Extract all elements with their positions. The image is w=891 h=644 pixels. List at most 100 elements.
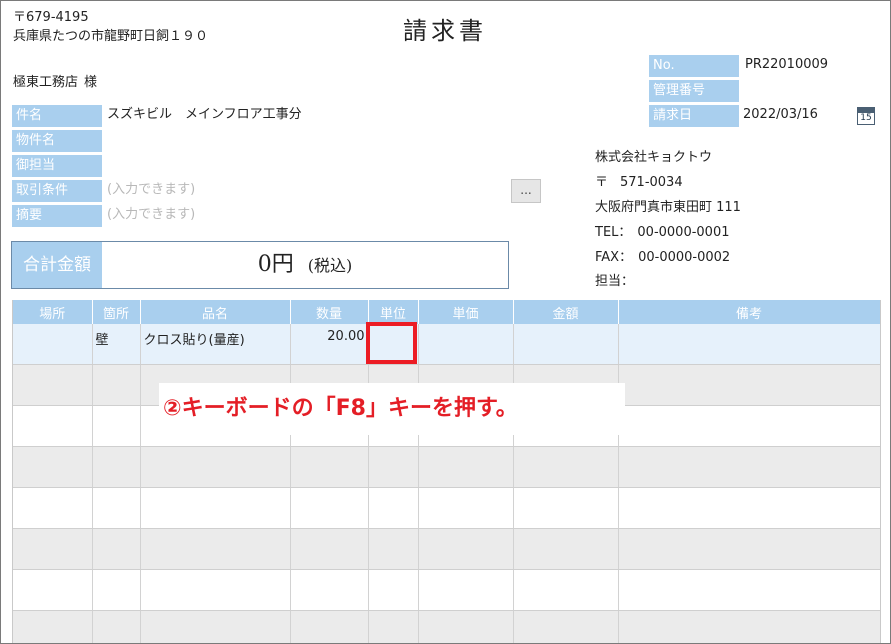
- cell-amount[interactable]: [513, 569, 619, 611]
- table-header-row: 場所 箇所 品名 数量 単位 単価 金額 備考: [13, 300, 880, 324]
- cell-remarks[interactable]: [618, 364, 880, 406]
- cell-location[interactable]: [13, 324, 93, 365]
- customer-name-text: 極東工務店: [13, 75, 79, 90]
- column-header-spot: 箇所: [92, 300, 141, 324]
- cell-spot[interactable]: [92, 405, 141, 447]
- column-header-unit: 単位: [368, 300, 419, 324]
- cell-location[interactable]: [13, 610, 93, 643]
- cell-spot[interactable]: [92, 528, 141, 570]
- invoice-window: 〒679-4195 兵庫県たつの市龍野町日飼１９０ 請求書 極東工務店様 No.…: [0, 0, 891, 644]
- cell-spot[interactable]: [92, 446, 141, 488]
- cell-unit-price[interactable]: [418, 324, 514, 365]
- cell-spot[interactable]: [92, 610, 141, 643]
- total-amount-value: 0円 (税込): [102, 242, 508, 288]
- table-row[interactable]: [13, 487, 880, 529]
- cell-unit-price[interactable]: [418, 528, 514, 570]
- cell-quantity[interactable]: [290, 528, 369, 570]
- tax-included-note: (税込): [307, 256, 353, 275]
- cell-quantity[interactable]: [290, 569, 369, 611]
- cell-remarks[interactable]: [618, 528, 880, 570]
- cell-spot[interactable]: [92, 364, 141, 406]
- column-header-item-name: 品名: [140, 300, 291, 324]
- cell-text: 20.00: [327, 329, 365, 344]
- cell-text: クロス貼り(量産): [143, 333, 245, 348]
- cell-unit-price[interactable]: [418, 610, 514, 643]
- cell-amount[interactable]: [513, 487, 619, 529]
- table-row[interactable]: 壁 クロス貼り(量産) 20.00: [13, 324, 880, 365]
- cell-item-name[interactable]: クロス貼り(量産): [140, 324, 291, 365]
- cell-amount[interactable]: [513, 610, 619, 643]
- cell-remarks[interactable]: [618, 610, 880, 643]
- total-amount-box: 合計金額 0円 (税込): [11, 241, 509, 289]
- no-label: No.: [649, 55, 739, 77]
- cell-remarks[interactable]: [618, 487, 880, 529]
- cell-location[interactable]: [13, 528, 93, 570]
- cell-item-name[interactable]: [140, 569, 291, 611]
- cell-unit[interactable]: [368, 487, 419, 529]
- cell-remarks[interactable]: [618, 569, 880, 611]
- cell-item-name[interactable]: [140, 446, 291, 488]
- page-title: 請求書: [403, 17, 487, 45]
- cell-amount[interactable]: [513, 446, 619, 488]
- ellipsis-button[interactable]: ...: [511, 179, 541, 203]
- table-row[interactable]: [13, 610, 880, 643]
- cell-text: [622, 324, 877, 329]
- cell-location[interactable]: [13, 487, 93, 529]
- cell-item-name[interactable]: [140, 528, 291, 570]
- property-name-field[interactable]: [107, 129, 487, 151]
- cell-unit-price[interactable]: [418, 487, 514, 529]
- line-items-table: 場所 箇所 品名 数量 単位 単価 金額 備考 壁 クロス貼り(量産) 20.0…: [13, 300, 880, 643]
- company-person: 担当：: [595, 274, 635, 289]
- table-row[interactable]: [13, 446, 880, 488]
- summary-field[interactable]: (入力できます): [107, 204, 195, 226]
- cell-unit-price[interactable]: [418, 569, 514, 611]
- invoice-date-label: 請求日: [649, 105, 739, 127]
- cell-location[interactable]: [13, 569, 93, 611]
- table-row[interactable]: [13, 569, 880, 611]
- cell-unit[interactable]: [368, 610, 419, 643]
- unit-cell-highlight: [366, 322, 417, 364]
- tel-label: TEL：: [595, 225, 632, 240]
- cell-remarks[interactable]: [618, 405, 880, 447]
- trade-terms-field[interactable]: (入力できます): [107, 179, 195, 201]
- invoice-date-field[interactable]: 2022/03/16: [743, 104, 818, 126]
- cell-spot[interactable]: [92, 487, 141, 529]
- cell-spot[interactable]: 壁: [92, 324, 141, 365]
- fax-value: 00-0000-0002: [638, 250, 731, 265]
- postal-code: 571-0034: [620, 175, 683, 190]
- cell-quantity[interactable]: 20.00: [290, 324, 369, 365]
- cell-unit[interactable]: [368, 569, 419, 611]
- cell-remarks[interactable]: [618, 446, 880, 488]
- cell-quantity[interactable]: [290, 610, 369, 643]
- cell-item-name[interactable]: [140, 610, 291, 643]
- fax-label: FAX：: [595, 250, 633, 265]
- no-value[interactable]: PR22010009: [745, 54, 828, 76]
- cell-location[interactable]: [13, 405, 93, 447]
- contact-person-field[interactable]: [107, 154, 487, 176]
- column-header-quantity: 数量: [290, 300, 369, 324]
- cell-amount[interactable]: [513, 324, 619, 365]
- cell-quantity[interactable]: [290, 487, 369, 529]
- cell-item-name[interactable]: [140, 487, 291, 529]
- sender-postal: 〒679-4195: [13, 10, 89, 25]
- property-name-label: 物件名: [12, 130, 102, 152]
- table-row[interactable]: [13, 528, 880, 570]
- cell-remarks[interactable]: [618, 324, 880, 365]
- column-header-unit-price: 単価: [418, 300, 514, 324]
- cell-text: [16, 324, 89, 329]
- cell-unit[interactable]: [368, 528, 419, 570]
- management-number-field[interactable]: [745, 79, 845, 101]
- cell-spot[interactable]: [92, 569, 141, 611]
- cell-unit[interactable]: [368, 446, 419, 488]
- calendar-icon[interactable]: 15: [857, 107, 875, 125]
- column-header-amount: 金額: [513, 300, 619, 324]
- cell-amount[interactable]: [513, 528, 619, 570]
- summary-label: 摘要: [12, 205, 102, 227]
- line-items-grid[interactable]: 場所 箇所 品名 数量 単位 単価 金額 備考 壁 クロス貼り(量産) 20.0…: [12, 300, 881, 643]
- subject-field[interactable]: スズキビル メインフロア工事分: [107, 104, 302, 126]
- customer-suffix: 様: [84, 75, 98, 90]
- cell-location[interactable]: [13, 364, 93, 406]
- cell-quantity[interactable]: [290, 446, 369, 488]
- cell-location[interactable]: [13, 446, 93, 488]
- cell-unit-price[interactable]: [418, 446, 514, 488]
